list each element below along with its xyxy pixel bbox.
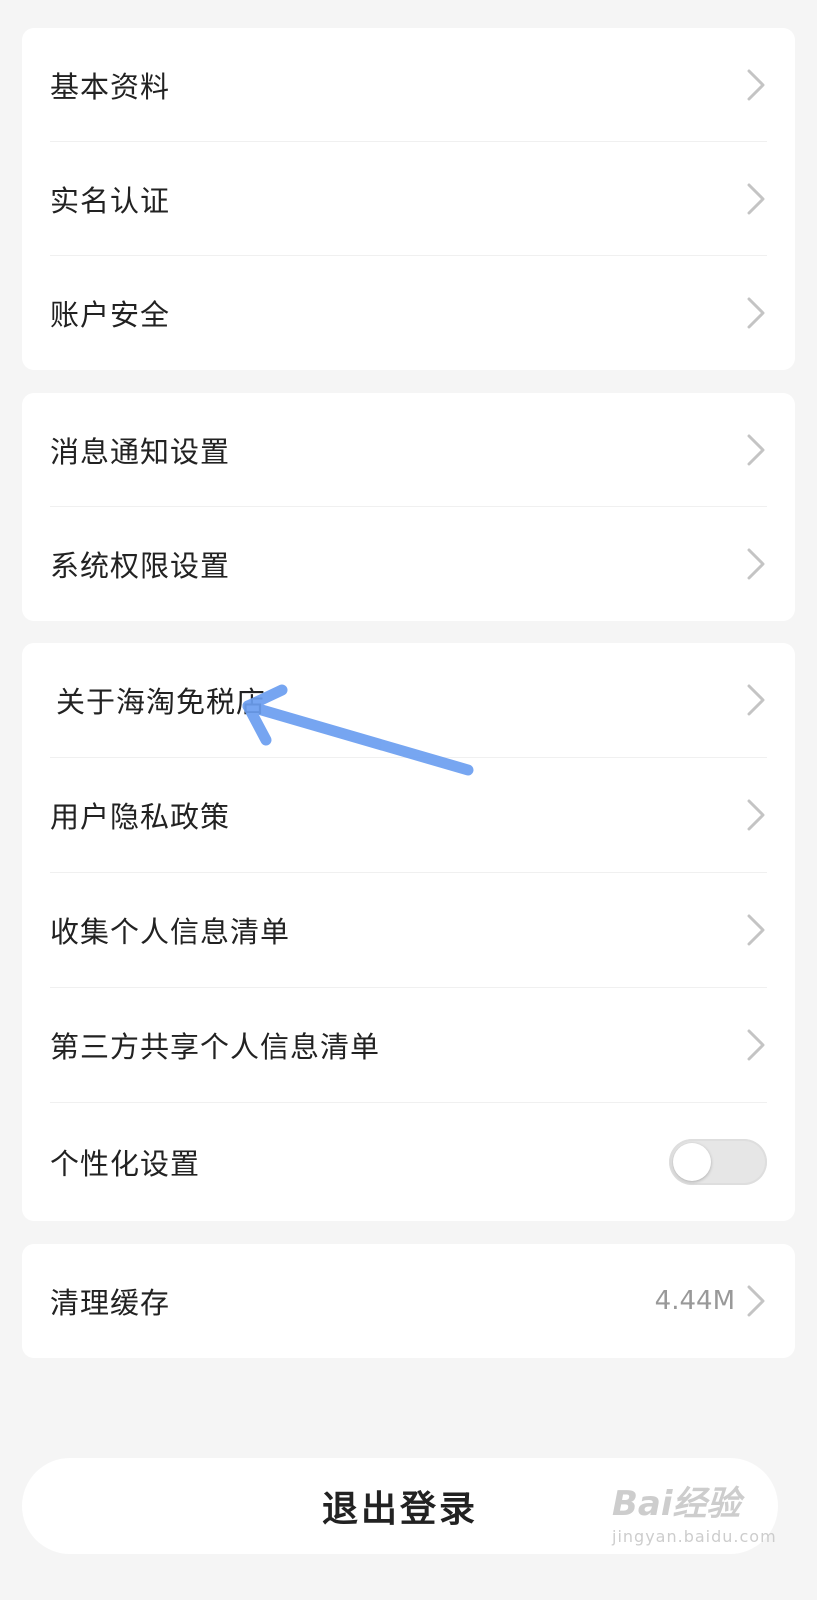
- row-label: 个性化设置: [50, 1147, 201, 1181]
- row-label: 清理缓存: [50, 1286, 171, 1320]
- row-label: 第三方共享个人信息清单: [50, 1030, 381, 1064]
- chevron-right-icon: [747, 548, 765, 580]
- row-label: 基本资料: [50, 69, 171, 104]
- row-label: 消息通知设置: [50, 434, 231, 469]
- baidu-jingyan-watermark: Bai经验 jingyan.baidu.com: [612, 1476, 777, 1560]
- settings-row-real-name[interactable]: 实名认证: [50, 142, 767, 256]
- logout-label: 退出登录: [321, 1489, 478, 1530]
- chevron-right-icon: [747, 1029, 765, 1061]
- chevron-right-icon: [747, 183, 765, 214]
- row-label: 账户安全: [50, 298, 171, 332]
- settings-row-personalization: 个性化设置: [50, 1103, 767, 1221]
- row-label: 收集个人信息清单: [50, 915, 291, 949]
- cache-card: 清理缓存 4.44M: [22, 1244, 795, 1358]
- chevron-right-icon: [747, 914, 765, 946]
- settings-row-system-permissions[interactable]: 系统权限设置: [50, 507, 767, 621]
- personalization-toggle[interactable]: [669, 1139, 767, 1185]
- chevron-right-icon: [747, 434, 765, 465]
- chevron-right-icon: [747, 297, 765, 329]
- arrow-annotation-icon: [242, 684, 474, 776]
- settings-row-collected-info[interactable]: 收集个人信息清单: [50, 873, 767, 988]
- settings-row-notifications[interactable]: 消息通知设置: [50, 393, 767, 507]
- cache-size: 4.44M: [654, 1286, 735, 1316]
- chevron-right-icon: [747, 69, 765, 100]
- account-settings-card: 基本资料 实名认证 账户安全: [22, 28, 795, 370]
- chevron-right-icon: [747, 684, 765, 716]
- toggle-knob: [673, 1143, 711, 1181]
- watermark-text: Bai经验: [612, 1484, 741, 1524]
- settings-row-clear-cache[interactable]: 清理缓存 4.44M: [50, 1244, 767, 1358]
- settings-row-third-party-sharing[interactable]: 第三方共享个人信息清单: [50, 988, 767, 1103]
- chevron-right-icon: [747, 799, 765, 831]
- row-label: 实名认证: [50, 183, 171, 218]
- row-label: 用户隐私政策: [50, 800, 231, 834]
- row-label: 系统权限设置: [50, 549, 231, 583]
- permission-settings-card: 消息通知设置 系统权限设置: [22, 393, 795, 621]
- settings-row-account-security[interactable]: 账户安全: [50, 256, 767, 370]
- settings-row-basic-info[interactable]: 基本资料: [50, 28, 767, 142]
- watermark-sub: jingyan.baidu.com: [612, 1527, 777, 1546]
- chevron-right-icon: [747, 1285, 765, 1317]
